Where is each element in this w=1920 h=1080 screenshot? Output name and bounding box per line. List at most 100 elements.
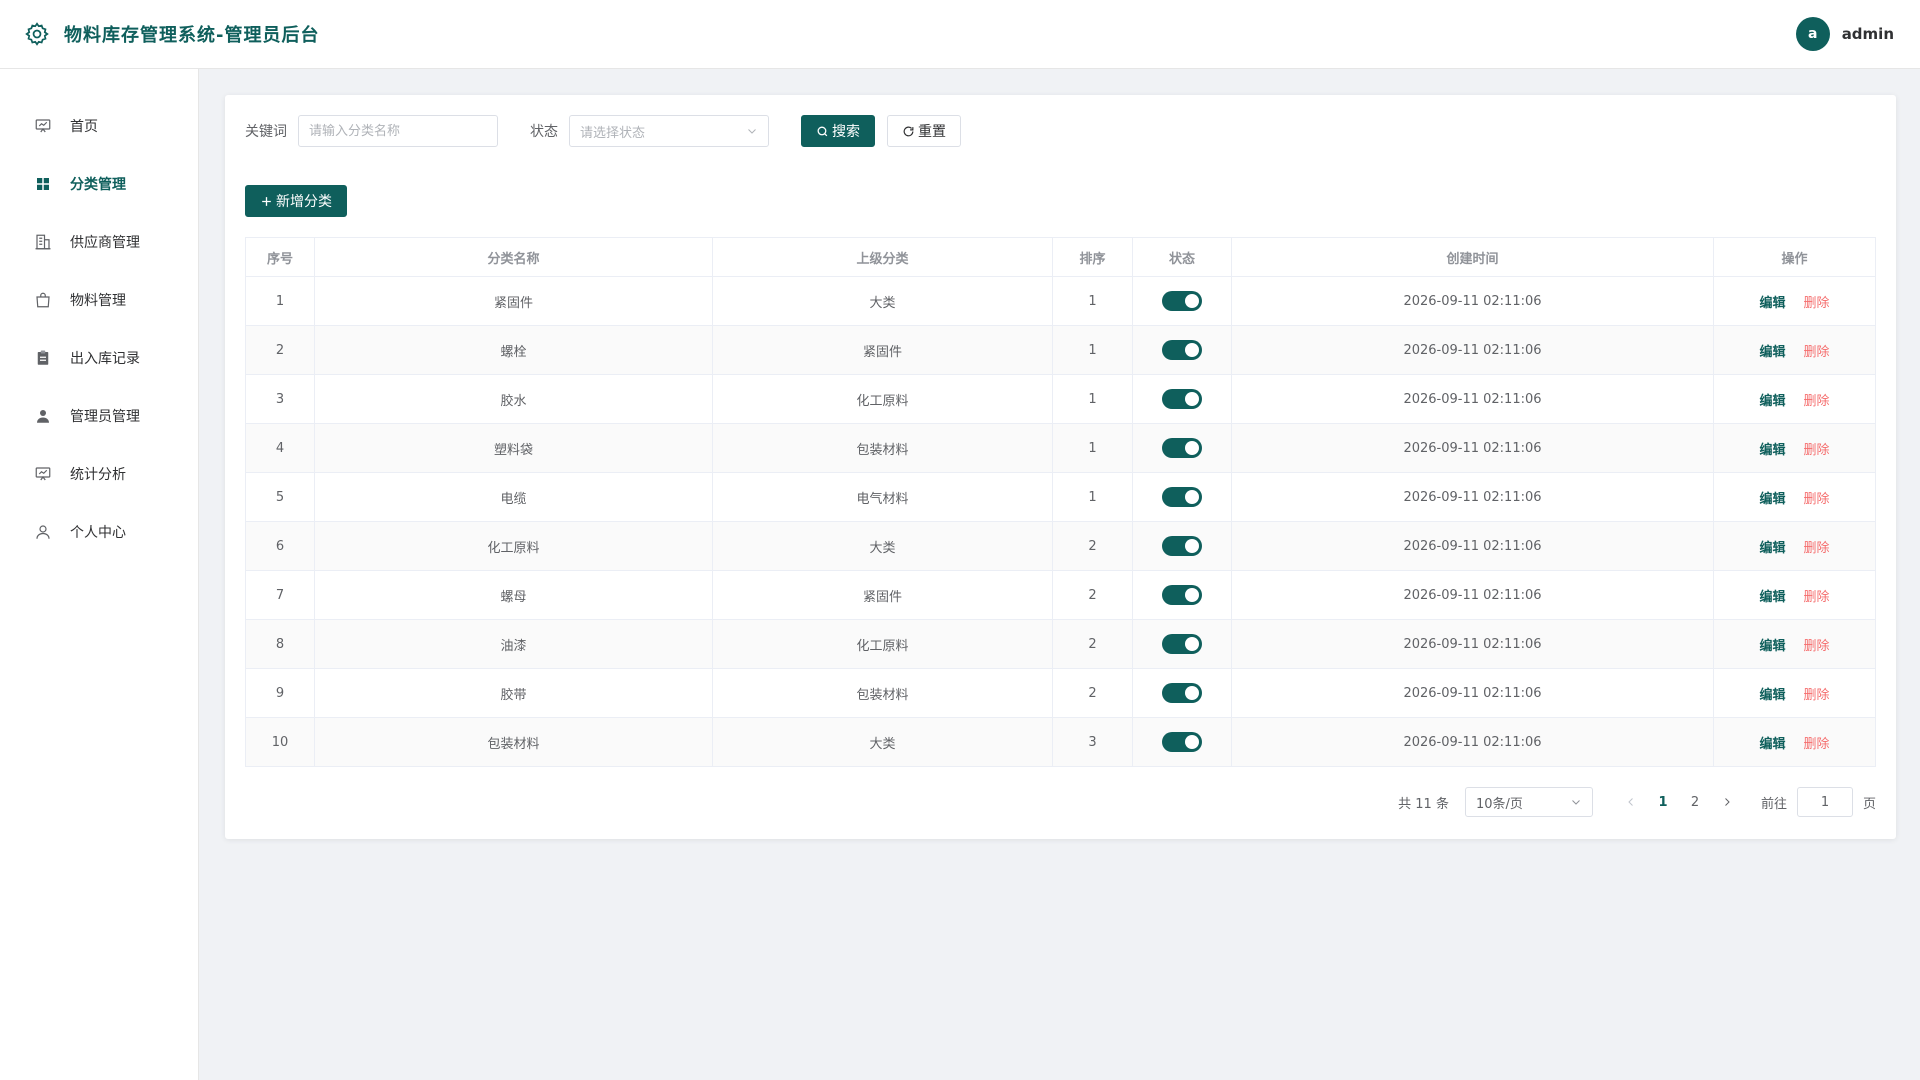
clipboard-icon (37, 350, 49, 365)
category-table: 序号 分类名称 上级分类 排序 状态 创建时间 操作 1 紧固件 大类 1 2026-0… (245, 237, 1876, 767)
edit-button[interactable]: 编辑 (1759, 541, 1785, 556)
edit-button[interactable]: 编辑 (1759, 737, 1785, 752)
status-select[interactable]: 请选择状态 (569, 115, 769, 147)
edit-button[interactable]: 编辑 (1759, 639, 1785, 654)
add-category-button[interactable]: 新增分类 (245, 185, 347, 217)
search-button-label: 搜索 (832, 124, 860, 140)
table-row: 1 紧固件 大类 1 2026-09-11 02:11:06 编辑 删除 (245, 276, 1876, 326)
cell-name: 紧固件 (314, 276, 713, 326)
edit-button[interactable]: 编辑 (1759, 394, 1785, 409)
status-toggle[interactable] (1162, 585, 1202, 605)
sidebar-item-admins[interactable]: 管理员管理 (0, 387, 198, 445)
cell-no: 7 (245, 570, 315, 620)
status-toggle[interactable] (1162, 732, 1202, 752)
status-toggle[interactable] (1162, 291, 1202, 311)
cell-no: 5 (245, 472, 315, 522)
sidebar-item-profile[interactable]: 个人中心 (0, 503, 198, 561)
page-button-2[interactable]: 2 (1679, 787, 1711, 817)
cell-actions: 编辑 删除 (1713, 472, 1876, 522)
delete-button[interactable]: 删除 (1804, 639, 1830, 654)
cell-no: 2 (245, 325, 315, 375)
edit-button[interactable]: 编辑 (1759, 492, 1785, 507)
status-toggle[interactable] (1162, 487, 1202, 507)
sidebar-item-material[interactable]: 物料管理 (0, 271, 198, 329)
table-row: 6 化工原料 大类 2 2026-09-11 02:11:06 编辑 删除 (245, 521, 1876, 571)
avatar[interactable]: a (1795, 17, 1830, 51)
cell-status (1132, 276, 1232, 326)
reset-button[interactable]: 重置 (887, 115, 961, 147)
delete-button[interactable]: 删除 (1804, 443, 1830, 458)
user-menu[interactable]: a admin (1795, 17, 1894, 51)
delete-button[interactable]: 删除 (1804, 737, 1830, 752)
delete-button[interactable]: 删除 (1804, 296, 1830, 311)
cell-created: 2026-09-11 02:11:06 (1231, 374, 1714, 424)
cell-parent: 化工原料 (712, 374, 1053, 424)
status-toggle[interactable] (1162, 536, 1202, 556)
search-icon (817, 126, 828, 136)
delete-button[interactable]: 删除 (1804, 590, 1830, 605)
top-header: 物料库存管理系统-管理员后台 a admin (0, 0, 1920, 69)
delete-button[interactable]: 删除 (1804, 345, 1830, 360)
cell-actions: 编辑 删除 (1713, 717, 1876, 767)
cell-status (1132, 619, 1232, 669)
building-icon (35, 234, 51, 250)
edit-button[interactable]: 编辑 (1759, 296, 1785, 311)
prev-page-button[interactable] (1615, 787, 1647, 817)
delete-button[interactable]: 删除 (1804, 688, 1830, 703)
edit-button[interactable]: 编辑 (1759, 688, 1785, 703)
page-size-select[interactable]: 10条/页 (1464, 787, 1593, 817)
cell-actions: 编辑 删除 (1713, 325, 1876, 375)
search-button[interactable]: 搜索 (801, 115, 875, 147)
col-header-name: 分类名称 (314, 237, 713, 277)
goto-page-input[interactable] (1796, 787, 1853, 817)
monitor-icon (35, 467, 51, 481)
cell-sort: 3 (1052, 717, 1133, 767)
cell-name: 化工原料 (314, 521, 713, 571)
cell-name: 电缆 (314, 472, 713, 522)
keyword-input[interactable] (298, 115, 498, 147)
sidebar-item-records[interactable]: 出入库记录 (0, 329, 198, 387)
status-toggle[interactable] (1162, 438, 1202, 458)
cell-no: 8 (245, 619, 315, 669)
username[interactable]: admin (1842, 25, 1894, 43)
cell-status (1132, 325, 1232, 375)
table-row: 10 包装材料 大类 3 2026-09-11 02:11:06 编辑 删除 (245, 717, 1876, 767)
next-page-button[interactable] (1711, 787, 1743, 817)
page-size-value: 10条/页 (1475, 796, 1523, 812)
delete-button[interactable]: 删除 (1804, 394, 1830, 409)
cell-name: 螺栓 (314, 325, 713, 375)
sidebar-item-label: 出入库记录 (70, 351, 140, 367)
edit-button[interactable]: 编辑 (1759, 590, 1785, 605)
table-row: 7 螺母 紧固件 2 2026-09-11 02:11:06 编辑 删除 (245, 570, 1876, 620)
status-toggle[interactable] (1162, 683, 1202, 703)
grid-icon (37, 178, 49, 190)
status-toggle[interactable] (1162, 340, 1202, 360)
refresh-icon (903, 126, 914, 136)
edit-button[interactable]: 编辑 (1759, 443, 1785, 458)
table-row: 2 螺栓 紧固件 1 2026-09-11 02:11:06 编辑 删除 (245, 325, 1876, 375)
edit-button[interactable]: 编辑 (1759, 345, 1785, 360)
cell-actions: 编辑 删除 (1713, 570, 1876, 620)
cell-created: 2026-09-11 02:11:06 (1231, 472, 1714, 522)
sidebar-item-home[interactable]: 首页 (0, 97, 198, 155)
delete-button[interactable]: 删除 (1804, 541, 1830, 556)
cell-status (1132, 423, 1232, 473)
cell-name: 油漆 (314, 619, 713, 669)
chevron-right-icon (1725, 798, 1730, 806)
sidebar-item-supplier[interactable]: 供应商管理 (0, 213, 198, 271)
sidebar-item-label: 物料管理 (70, 293, 126, 309)
status-toggle[interactable] (1162, 634, 1202, 654)
pagination: 共 11 条 10条/页 1 2 前往 页 (1398, 787, 1876, 817)
status-placeholder: 请选择状态 (580, 125, 646, 141)
sidebar-item-statistics[interactable]: 统计分析 (0, 445, 198, 503)
cell-parent: 电气材料 (712, 472, 1053, 522)
status-toggle[interactable] (1162, 389, 1202, 409)
chevron-down-icon (748, 129, 756, 134)
cell-sort: 1 (1052, 472, 1133, 522)
page-button-1[interactable]: 1 (1647, 787, 1679, 817)
cell-created: 2026-09-11 02:11:06 (1231, 717, 1714, 767)
cell-actions: 编辑 删除 (1713, 423, 1876, 473)
sidebar-item-category[interactable]: 分类管理 (0, 155, 198, 213)
table-row: 9 胶带 包装材料 2 2026-09-11 02:11:06 编辑 删除 (245, 668, 1876, 718)
delete-button[interactable]: 删除 (1804, 492, 1830, 507)
